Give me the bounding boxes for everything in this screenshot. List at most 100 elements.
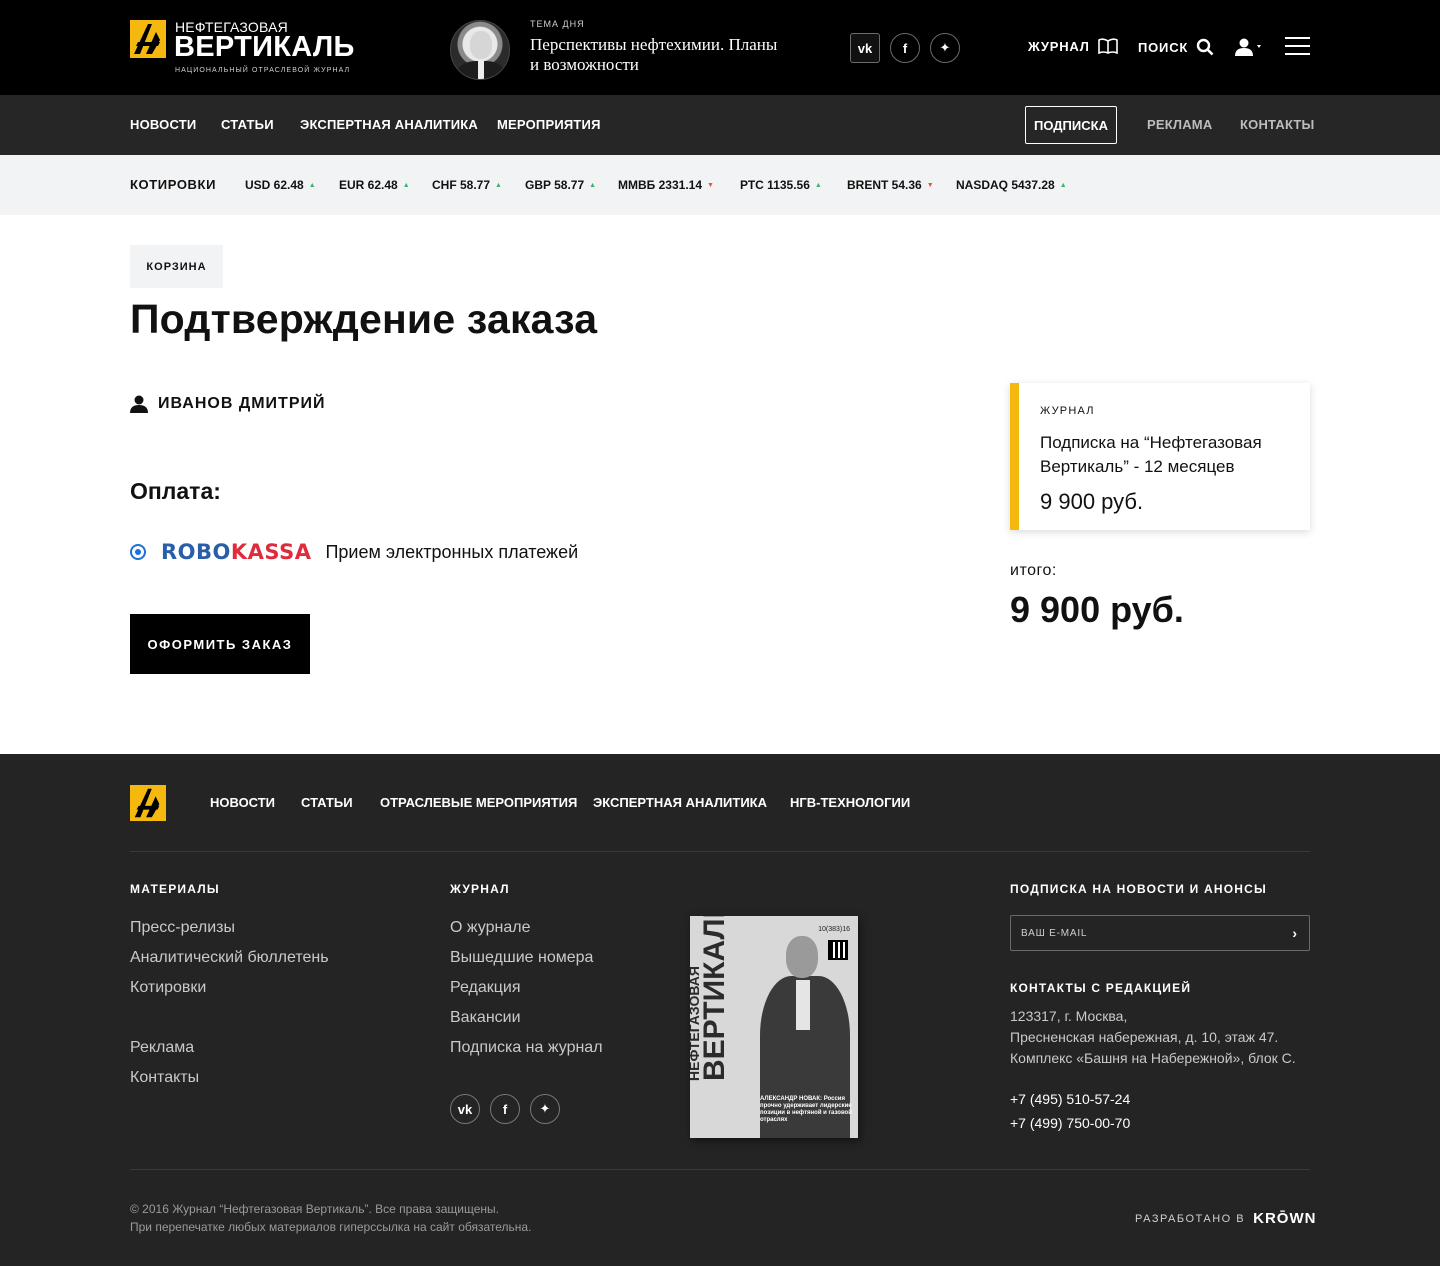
cover-photo-head	[786, 936, 818, 978]
materials-link[interactable]: Аналитический бюллетень	[130, 949, 329, 966]
list-item: Реклама	[130, 1038, 329, 1068]
nav-item-articles[interactable]: СТАТЬИ	[221, 117, 274, 132]
user-menu[interactable]	[1235, 38, 1261, 56]
vk-icon[interactable]: vk	[450, 1094, 480, 1124]
logo-tagline: НАЦИОНАЛЬНЫЙ ОТРАСЛЕВОЙ ЖУРНАЛ	[175, 67, 351, 74]
topic-label: ТЕМА ДНЯ	[530, 19, 585, 29]
logo-mark-icon	[134, 788, 160, 818]
arrow-up-icon: ▲	[1059, 182, 1067, 189]
footer-nav-technologies[interactable]: НГВ-ТЕХНОЛОГИИ	[790, 795, 910, 810]
avatar-shirt	[478, 61, 484, 79]
developer-label: РАЗРАБОТАНО В	[1135, 1212, 1246, 1225]
address-line: 123317, г. Москва,	[1010, 1008, 1128, 1024]
arrow-up-icon: ▲	[814, 182, 822, 189]
list-item: Вышедшие номера	[450, 948, 603, 978]
journal-link-label: ЖУРНАЛ	[1028, 38, 1090, 54]
nav-item-analytics[interactable]: ЭКСПЕРТНАЯ АНАЛИТИКА	[300, 117, 478, 132]
quote-item: USD 62.48 ▲	[245, 178, 316, 192]
newsletter-form: ›	[1010, 915, 1310, 951]
payment-radio[interactable]	[130, 544, 146, 560]
email-input[interactable]	[1011, 916, 1271, 950]
developer-logo: KRŌWN	[1253, 1210, 1317, 1227]
quote-text: NASDAQ 5437.28	[956, 178, 1055, 192]
quote-text: CHF 58.77	[432, 178, 491, 192]
list-item: Редакция	[450, 978, 603, 1008]
nav-item-events[interactable]: МЕРОПРИЯТИЯ	[497, 117, 601, 132]
phone-link[interactable]: +7 (499) 750-00-70	[1010, 1111, 1130, 1135]
copyright-line: © 2016 Журнал “Нефтегазовая Вертикаль”. …	[130, 1202, 499, 1216]
cart-item-category: ЖУРНАЛ	[1040, 405, 1095, 417]
subscribe-button[interactable]: ПОДПИСКА	[1025, 106, 1117, 144]
list-item: О журнале	[450, 918, 603, 948]
quote-item: GBP 58.77 ▲	[525, 178, 596, 192]
cover-photo-shirt	[796, 980, 810, 1030]
cover-issue: 10(383)16	[818, 926, 850, 933]
topic-avatar[interactable]	[450, 20, 510, 80]
cover-caption: АЛЕКСАНДР НОВАК: Россия прочно удерживае…	[760, 1096, 852, 1123]
quote-item: EUR 62.48 ▲	[339, 178, 410, 192]
place-order-button[interactable]: ОФОРМИТЬ ЗАКАЗ	[130, 614, 310, 674]
payment-title: Оплата:	[130, 478, 221, 504]
materials-link[interactable]: Пресс-релизы	[130, 919, 235, 936]
facebook-icon[interactable]: f	[490, 1094, 520, 1124]
nav-item-news[interactable]: НОВОСТИ	[130, 117, 196, 132]
footer-nav-events[interactable]: ОТРАСЛЕВЫЕ МЕРОПРИЯТИЯ	[380, 795, 577, 810]
footer-nav-articles[interactable]: СТАТЬИ	[301, 795, 353, 810]
facebook-icon[interactable]: f	[890, 33, 920, 63]
developer-credit[interactable]: РАЗРАБОТАНО В KRŌWN	[1135, 1210, 1316, 1227]
quote-item: РТС 1135.56 ▲	[740, 178, 822, 192]
site-logo[interactable]: НЕФТЕГАЗОВАЯ ВЕРТИКАЛЬ НАЦИОНАЛЬНЫЙ ОТРА…	[130, 20, 360, 76]
journal-link[interactable]: Вакансии	[450, 1009, 521, 1026]
hamburger-menu-icon[interactable]	[1285, 37, 1310, 57]
journal-link[interactable]: Редакция	[450, 979, 521, 996]
cart-item-price: 9 900 руб.	[1040, 489, 1144, 514]
list-item: Подписка на журнал	[450, 1038, 603, 1068]
journal-link[interactable]: Вышедшие номера	[450, 949, 593, 966]
quote-item: CHF 58.77 ▲	[432, 178, 502, 192]
materials-link[interactable]: Контакты	[130, 1069, 199, 1086]
quote-item: BRENT 54.36 ▼	[847, 178, 934, 192]
user-icon	[1235, 38, 1261, 56]
footer-logo[interactable]	[130, 785, 166, 821]
copyright: © 2016 Журнал “Нефтегазовая Вертикаль”. …	[130, 1200, 531, 1236]
user-name: ИВАНОВ ДМИТРИЙ	[158, 395, 326, 412]
twitter-icon[interactable]: ✦	[930, 33, 960, 63]
phone-link[interactable]: +7 (495) 510-57-24	[1010, 1087, 1130, 1111]
materials-link[interactable]: Реклама	[130, 1039, 194, 1056]
payment-description: Прием электронных платежей	[325, 541, 579, 562]
journal-link[interactable]: Подписка на журнал	[450, 1039, 603, 1056]
materials-link[interactable]: Котировки	[130, 979, 206, 996]
journal-cover[interactable]: НЕФТЕГАЗОВАЯ ВЕРТИКАЛЬ 10(383)16 АЛЕКСАН…	[690, 916, 858, 1138]
quote-text: GBP 58.77	[525, 178, 585, 192]
book-icon	[1097, 38, 1118, 54]
cover-title: НЕФТЕГАЗОВАЯ ВЕРТИКАЛЬ	[690, 916, 731, 1081]
journal-link[interactable]: ЖУРНАЛ	[1028, 38, 1118, 54]
footer-nav-analytics[interactable]: ЭКСПЕРТНАЯ АНАЛИТИКА	[593, 795, 767, 810]
arrow-up-icon: ▲	[402, 182, 410, 189]
quotes-label: КОТИРОВКИ	[130, 177, 217, 192]
arrow-down-icon: ▼	[707, 182, 714, 189]
topic-title-link[interactable]: Перспективы нефтехимии. Планы и возможно…	[530, 35, 790, 75]
chevron-right-icon[interactable]: ›	[1292, 925, 1297, 941]
footer-divider	[130, 1169, 1310, 1170]
twitter-icon[interactable]: ✦	[530, 1094, 560, 1124]
logo-text-big: ВЕРТИКАЛЬ	[174, 31, 355, 63]
quote-text: EUR 62.48	[339, 178, 398, 192]
total-value: 9 900 руб.	[1010, 589, 1184, 630]
footer-nav-news[interactable]: НОВОСТИ	[210, 795, 275, 810]
payment-option-robokassa[interactable]: ROBOKASSA Прием электронных платежей	[130, 540, 578, 564]
contacts-phones: +7 (495) 510-57-24 +7 (499) 750-00-70	[1010, 1087, 1130, 1135]
breadcrumb-cart[interactable]: КОРЗИНА	[130, 245, 223, 288]
journal-link[interactable]: О журнале	[450, 919, 530, 936]
search-link-label: ПОИСК	[1138, 39, 1189, 55]
cover-title-big: ВЕРТИКАЛЬ	[698, 916, 731, 1081]
materials-list: Пресс-релизы Аналитический бюллетень Кот…	[130, 918, 329, 1098]
nav-item-ads[interactable]: РЕКЛАМА	[1147, 117, 1212, 132]
address-line: Пресненская набережная, д. 10, этаж 47.	[1010, 1029, 1279, 1045]
robokassa-logo-kassa: KASSA	[230, 540, 312, 564]
user-icon	[130, 395, 148, 413]
vk-icon[interactable]: vk	[850, 33, 880, 63]
quote-text: РТС 1135.56	[740, 178, 810, 192]
search-link[interactable]: ПОИСК	[1138, 38, 1214, 56]
nav-item-contacts[interactable]: КОНТАКТЫ	[1240, 117, 1314, 132]
